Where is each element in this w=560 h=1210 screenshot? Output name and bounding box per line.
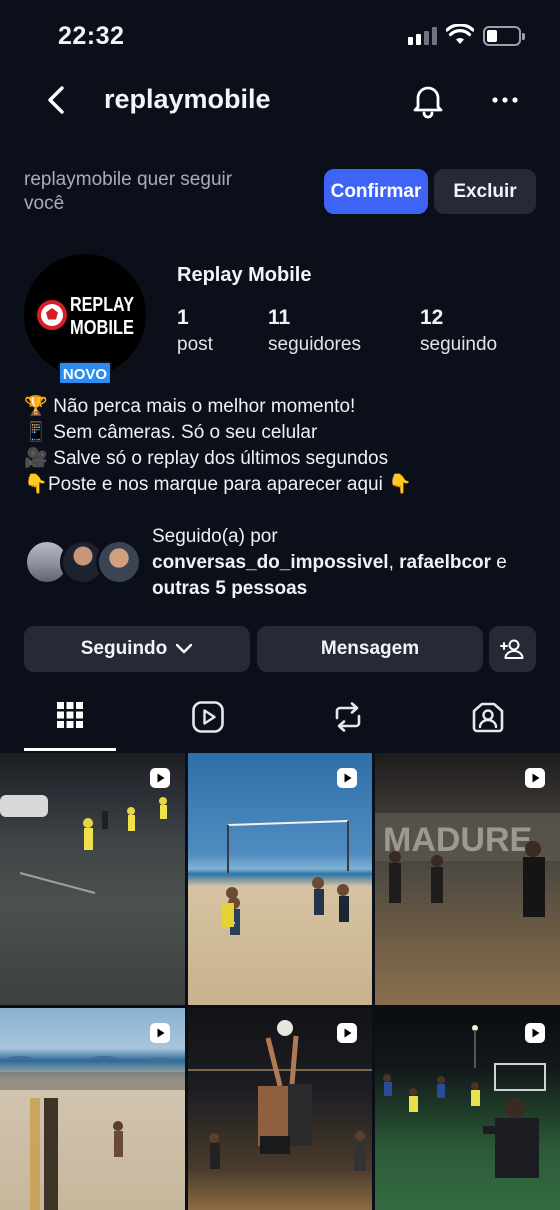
- confirm-follow-button[interactable]: Confirmar: [324, 169, 428, 214]
- bell-icon[interactable]: [408, 80, 448, 120]
- cellular-signal-icon: [408, 27, 437, 45]
- remote-icon: 📱: [24, 422, 48, 443]
- profile-header: replaymobile: [0, 72, 560, 128]
- status-bar: 22:32: [0, 0, 560, 72]
- reels-icon: [525, 768, 545, 788]
- following-button[interactable]: Seguindo: [24, 626, 250, 672]
- more-options-icon[interactable]: [488, 80, 524, 120]
- header-username: replaymobile: [104, 84, 271, 114]
- bio-line: 📱 Sem câmeras. Só o seu celular: [24, 420, 412, 446]
- reels-icon: [150, 768, 170, 788]
- bio-text: Poste e nos marque para aparecer aqui: [48, 474, 383, 495]
- grid-icon: [57, 702, 83, 728]
- movie-camera-icon: 🎥: [24, 448, 48, 469]
- pointing-down-icon: 👇: [24, 474, 48, 495]
- message-label: Mensagem: [320, 638, 420, 659]
- stat-posts-label: post: [177, 334, 213, 355]
- tab-grid[interactable]: [24, 700, 116, 750]
- tagged-icon: [472, 702, 504, 733]
- pointing-down-icon: 👇: [388, 474, 412, 495]
- stat-following-label: seguindo: [420, 334, 498, 355]
- bio-text: Salve só o replay dos últimos segundos: [53, 448, 389, 469]
- new-badge: NOVO: [58, 361, 112, 385]
- reels-icon: [192, 701, 224, 733]
- bio: 🏆 Não perca mais o melhor momento! 📱 Sem…: [24, 394, 412, 498]
- grid-post[interactable]: [188, 1008, 372, 1210]
- tab-reposts[interactable]: [302, 700, 394, 750]
- svg-text:MADURE: MADURE: [383, 821, 532, 859]
- wifi-icon: [446, 24, 474, 44]
- grid-post[interactable]: [188, 753, 372, 1005]
- stat-followers[interactable]: 11 seguidores: [268, 306, 361, 356]
- stat-following[interactable]: 12 seguindo: [420, 306, 497, 356]
- back-arrow-icon[interactable]: [38, 80, 74, 120]
- stat-posts[interactable]: 1 post: [177, 306, 213, 356]
- status-time: 22:32: [58, 22, 125, 50]
- followed-by-user[interactable]: rafaelbcor: [399, 552, 491, 573]
- bio-text: Não perca mais o melhor momento!: [53, 396, 356, 417]
- stat-followers-label: seguidores: [268, 334, 361, 355]
- grid-post[interactable]: MADURE: [375, 753, 560, 1005]
- post-image: MADURE: [375, 813, 560, 917]
- bio-line: 👇Poste e nos marque para aparecer aqui 👇: [24, 472, 412, 498]
- grid-post[interactable]: [0, 1008, 185, 1210]
- bio-line: 🏆 Não perca mais o melhor momento!: [24, 394, 412, 420]
- add-person-button[interactable]: [489, 626, 536, 672]
- stat-followers-value: 11: [268, 306, 291, 329]
- bio-text: Sem câmeras. Só o seu celular: [53, 422, 318, 443]
- stat-following-value: 12: [420, 306, 444, 329]
- grid-post[interactable]: [0, 753, 185, 1005]
- reels-icon: [150, 1023, 170, 1043]
- tab-reels[interactable]: [162, 700, 254, 750]
- stat-posts-value: 1: [177, 306, 189, 329]
- reels-icon: [337, 768, 357, 788]
- trophy-icon: 🏆: [24, 396, 48, 417]
- reposts-icon: [335, 702, 361, 732]
- following-label: Seguindo: [80, 638, 168, 659]
- display-name: Replay Mobile: [177, 264, 312, 286]
- battery-icon: [483, 26, 525, 46]
- post-image: [0, 795, 167, 894]
- reels-icon: [525, 1023, 545, 1043]
- followed-by-user[interactable]: conversas_do_impossivel: [152, 552, 389, 573]
- delete-request-button[interactable]: Excluir: [434, 169, 536, 214]
- followed-by-conjunction: e: [496, 552, 507, 573]
- chevron-down-icon: [176, 643, 193, 654]
- followed-by-others[interactable]: outras 5 pessoas: [152, 578, 307, 599]
- add-person-icon: [499, 639, 523, 659]
- avatar[interactable]: REPLAY MOBILE: [24, 254, 146, 376]
- followed-by-prefix: Seguido(a) por: [152, 526, 278, 547]
- tab-tagged[interactable]: [442, 700, 534, 750]
- follow-request-text: replaymobile quer seguir você: [24, 169, 233, 214]
- reels-icon: [337, 1023, 357, 1043]
- followed-by-text[interactable]: Seguido(a) por conversas_do_impossivel, …: [152, 524, 542, 602]
- grid-post[interactable]: [375, 1008, 560, 1210]
- post-image: [222, 820, 349, 935]
- followed-by-separator: ,: [388, 552, 394, 573]
- replay-mobile-logo: REPLAY MOBILE: [37, 294, 135, 339]
- bio-line: 🎥 Salve só o replay dos últimos segundos: [24, 446, 412, 472]
- svg-text:REPLAY: REPLAY: [70, 294, 135, 316]
- follower-avatar[interactable]: [96, 539, 142, 585]
- active-tab-indicator: [24, 748, 116, 751]
- svg-text:MOBILE: MOBILE: [70, 317, 134, 339]
- message-button[interactable]: Mensagem: [257, 626, 483, 672]
